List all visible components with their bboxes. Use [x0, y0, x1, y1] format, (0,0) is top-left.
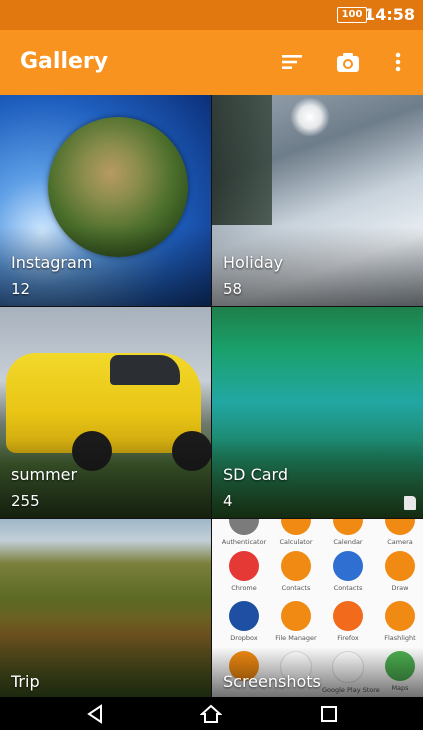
app-icon — [229, 601, 259, 631]
album-name: summer — [11, 465, 78, 484]
status-time: 14:58 — [364, 5, 415, 24]
album-count: 255 — [11, 492, 40, 510]
sort-icon[interactable] — [278, 48, 306, 76]
app-icon — [333, 601, 363, 631]
album-count: 4 — [223, 492, 233, 510]
album-tile-holiday[interactable]: Holiday 58 — [212, 95, 423, 306]
screenshot-app-5: Contacts — [270, 551, 322, 592]
album-tile-screenshots[interactable]: Authenticator Calculator Calendar Camera Chr… — [212, 519, 423, 697]
app-icon — [281, 519, 311, 535]
app-label: Chrome — [231, 584, 257, 592]
status-bar: 100 14:58 — [0, 0, 423, 30]
app-label: Firefox — [337, 634, 359, 642]
navigation-bar — [0, 697, 423, 730]
screenshot-app-4: Chrome — [218, 551, 270, 592]
screenshot-app-0: Authenticator — [218, 519, 270, 546]
app-icon — [333, 519, 363, 535]
album-tile-trip[interactable]: Trip — [0, 519, 211, 697]
app-label: Draw — [391, 584, 409, 592]
screenshot-app-7: Draw — [374, 551, 423, 592]
app-label: Authenticator — [221, 538, 267, 546]
app-label: Contacts — [281, 584, 311, 592]
app-label: Calculator — [279, 538, 313, 546]
screenshot-app-6: Contacts — [322, 551, 374, 592]
screenshot-app-9: File Manager — [270, 601, 322, 642]
camera-icon[interactable] — [334, 48, 362, 76]
app-icon — [385, 551, 415, 581]
app-label: Calendar — [333, 538, 363, 546]
app-icon — [333, 551, 363, 581]
screenshot-app-10: Firefox — [322, 601, 374, 642]
more-vert-icon[interactable] — [384, 48, 412, 76]
album-grid: Instagram 12 Holiday 58 summer 255 SD Ca… — [0, 95, 423, 697]
app-icon — [281, 601, 311, 631]
screenshot-app-2: Calendar — [322, 519, 374, 546]
album-count: 12 — [11, 280, 31, 298]
album-name: SD Card — [223, 465, 288, 484]
album-count: 58 — [223, 280, 243, 298]
app-icon — [281, 551, 311, 581]
app-label: Flashlight — [384, 634, 416, 642]
back-icon[interactable] — [84, 703, 106, 725]
album-name: Trip — [11, 672, 40, 691]
album-tile-sd-card[interactable]: SD Card 4 — [212, 307, 423, 518]
album-name: Instagram — [11, 253, 93, 272]
recent-apps-icon[interactable] — [318, 703, 340, 725]
app-label: File Manager — [275, 634, 317, 642]
app-icon — [229, 551, 259, 581]
album-tile-summer[interactable]: summer 255 — [0, 307, 211, 518]
app-bar: Gallery — [0, 30, 423, 95]
home-icon[interactable] — [200, 703, 222, 725]
app-icon — [385, 601, 415, 631]
screenshot-app-8: Dropbox — [218, 601, 270, 642]
app-label: Dropbox — [230, 634, 258, 642]
battery-indicator: 100 — [337, 7, 370, 23]
sd-card-icon — [404, 496, 416, 510]
album-name: Holiday — [223, 253, 284, 272]
app-icon — [385, 519, 415, 535]
screenshot-app-1: Calculator — [270, 519, 322, 546]
album-name: Screenshots — [223, 672, 321, 691]
screenshot-app-11: Flashlight — [374, 601, 423, 642]
app-title: Gallery — [20, 49, 109, 74]
app-icon — [229, 519, 259, 535]
app-label: Contacts — [333, 584, 363, 592]
album-tile-instagram[interactable]: Instagram 12 — [0, 95, 211, 306]
screenshot-app-3: Camera — [374, 519, 423, 546]
app-label: Camera — [387, 538, 413, 546]
